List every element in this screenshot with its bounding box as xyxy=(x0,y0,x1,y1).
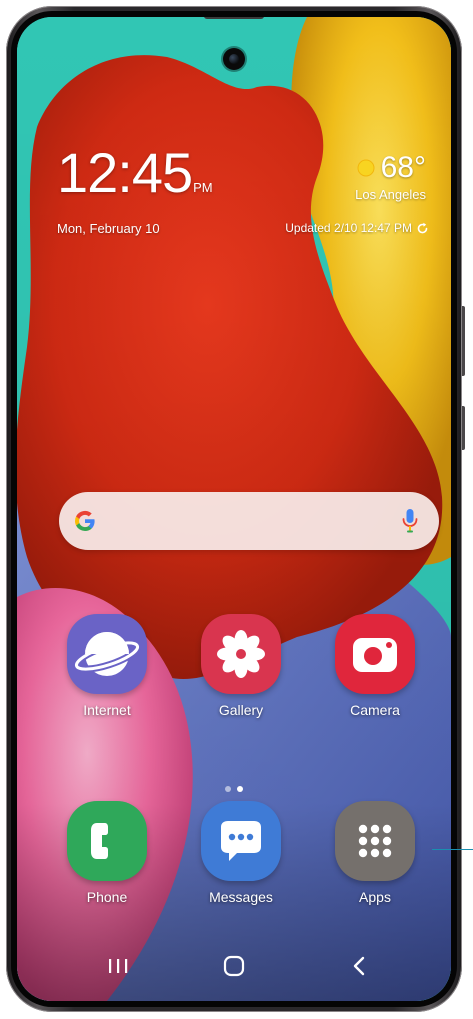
google-search-bar[interactable] xyxy=(59,492,439,550)
app-messages[interactable]: Messages xyxy=(191,801,291,905)
home-screen: 12:45PM Mon, February 10 68° Los Angeles… xyxy=(17,17,451,1001)
page-dot[interactable] xyxy=(225,786,231,792)
page-indicator[interactable] xyxy=(17,779,451,797)
app-label: Messages xyxy=(209,889,273,905)
app-internet[interactable]: Internet xyxy=(57,614,157,718)
page-dot-active[interactable] xyxy=(237,786,243,792)
app-label: Apps xyxy=(359,889,391,905)
app-gallery[interactable]: Gallery xyxy=(191,614,291,718)
weather-updated-row[interactable]: Updated 2/10 12:47 PM xyxy=(285,221,429,235)
microphone-icon[interactable] xyxy=(401,508,419,534)
weather-temperature: 68° xyxy=(380,151,426,184)
app-label: Internet xyxy=(83,702,131,718)
home-icon[interactable] xyxy=(217,951,251,981)
volume-key xyxy=(462,306,465,376)
refresh-icon[interactable] xyxy=(416,222,429,235)
sun-icon xyxy=(357,159,375,177)
weather-updated-text: Updated 2/10 12:47 PM xyxy=(285,221,412,235)
app-label: Gallery xyxy=(218,702,264,718)
back-icon[interactable] xyxy=(343,951,377,981)
messages-bubble-icon xyxy=(201,801,281,881)
apps-grid-icon xyxy=(335,801,415,881)
front-camera xyxy=(223,48,245,70)
weather-widget[interactable]: 68° Los Angeles xyxy=(355,151,426,203)
app-label: Camera xyxy=(350,702,400,718)
clock-widget[interactable]: 12:45PM xyxy=(57,145,213,201)
internet-planet-icon xyxy=(67,614,147,694)
camera-icon xyxy=(335,614,415,694)
app-phone[interactable]: Phone xyxy=(57,801,157,905)
side-key xyxy=(462,406,465,450)
app-label: Phone xyxy=(86,889,128,905)
weather-city: Los Angeles xyxy=(355,187,426,202)
navigation-bar xyxy=(17,933,451,1001)
clock-date: Mon, February 10 xyxy=(57,221,160,236)
phone-handset-icon xyxy=(67,801,147,881)
phone-frame: 12:45PM Mon, February 10 68° Los Angeles… xyxy=(6,6,465,1012)
gallery-flower-icon xyxy=(201,614,281,694)
app-apps[interactable]: Apps xyxy=(325,801,425,905)
product-illustration: 12:45PM Mon, February 10 68° Los Angeles… xyxy=(0,0,473,1019)
earpiece xyxy=(204,17,264,19)
clock-time: 12:45 xyxy=(57,141,193,204)
callout-line xyxy=(432,849,473,850)
recents-icon[interactable] xyxy=(101,951,135,981)
clock-ampm: PM xyxy=(193,180,213,195)
google-g-icon xyxy=(74,510,95,531)
app-camera[interactable]: Camera xyxy=(325,614,425,718)
